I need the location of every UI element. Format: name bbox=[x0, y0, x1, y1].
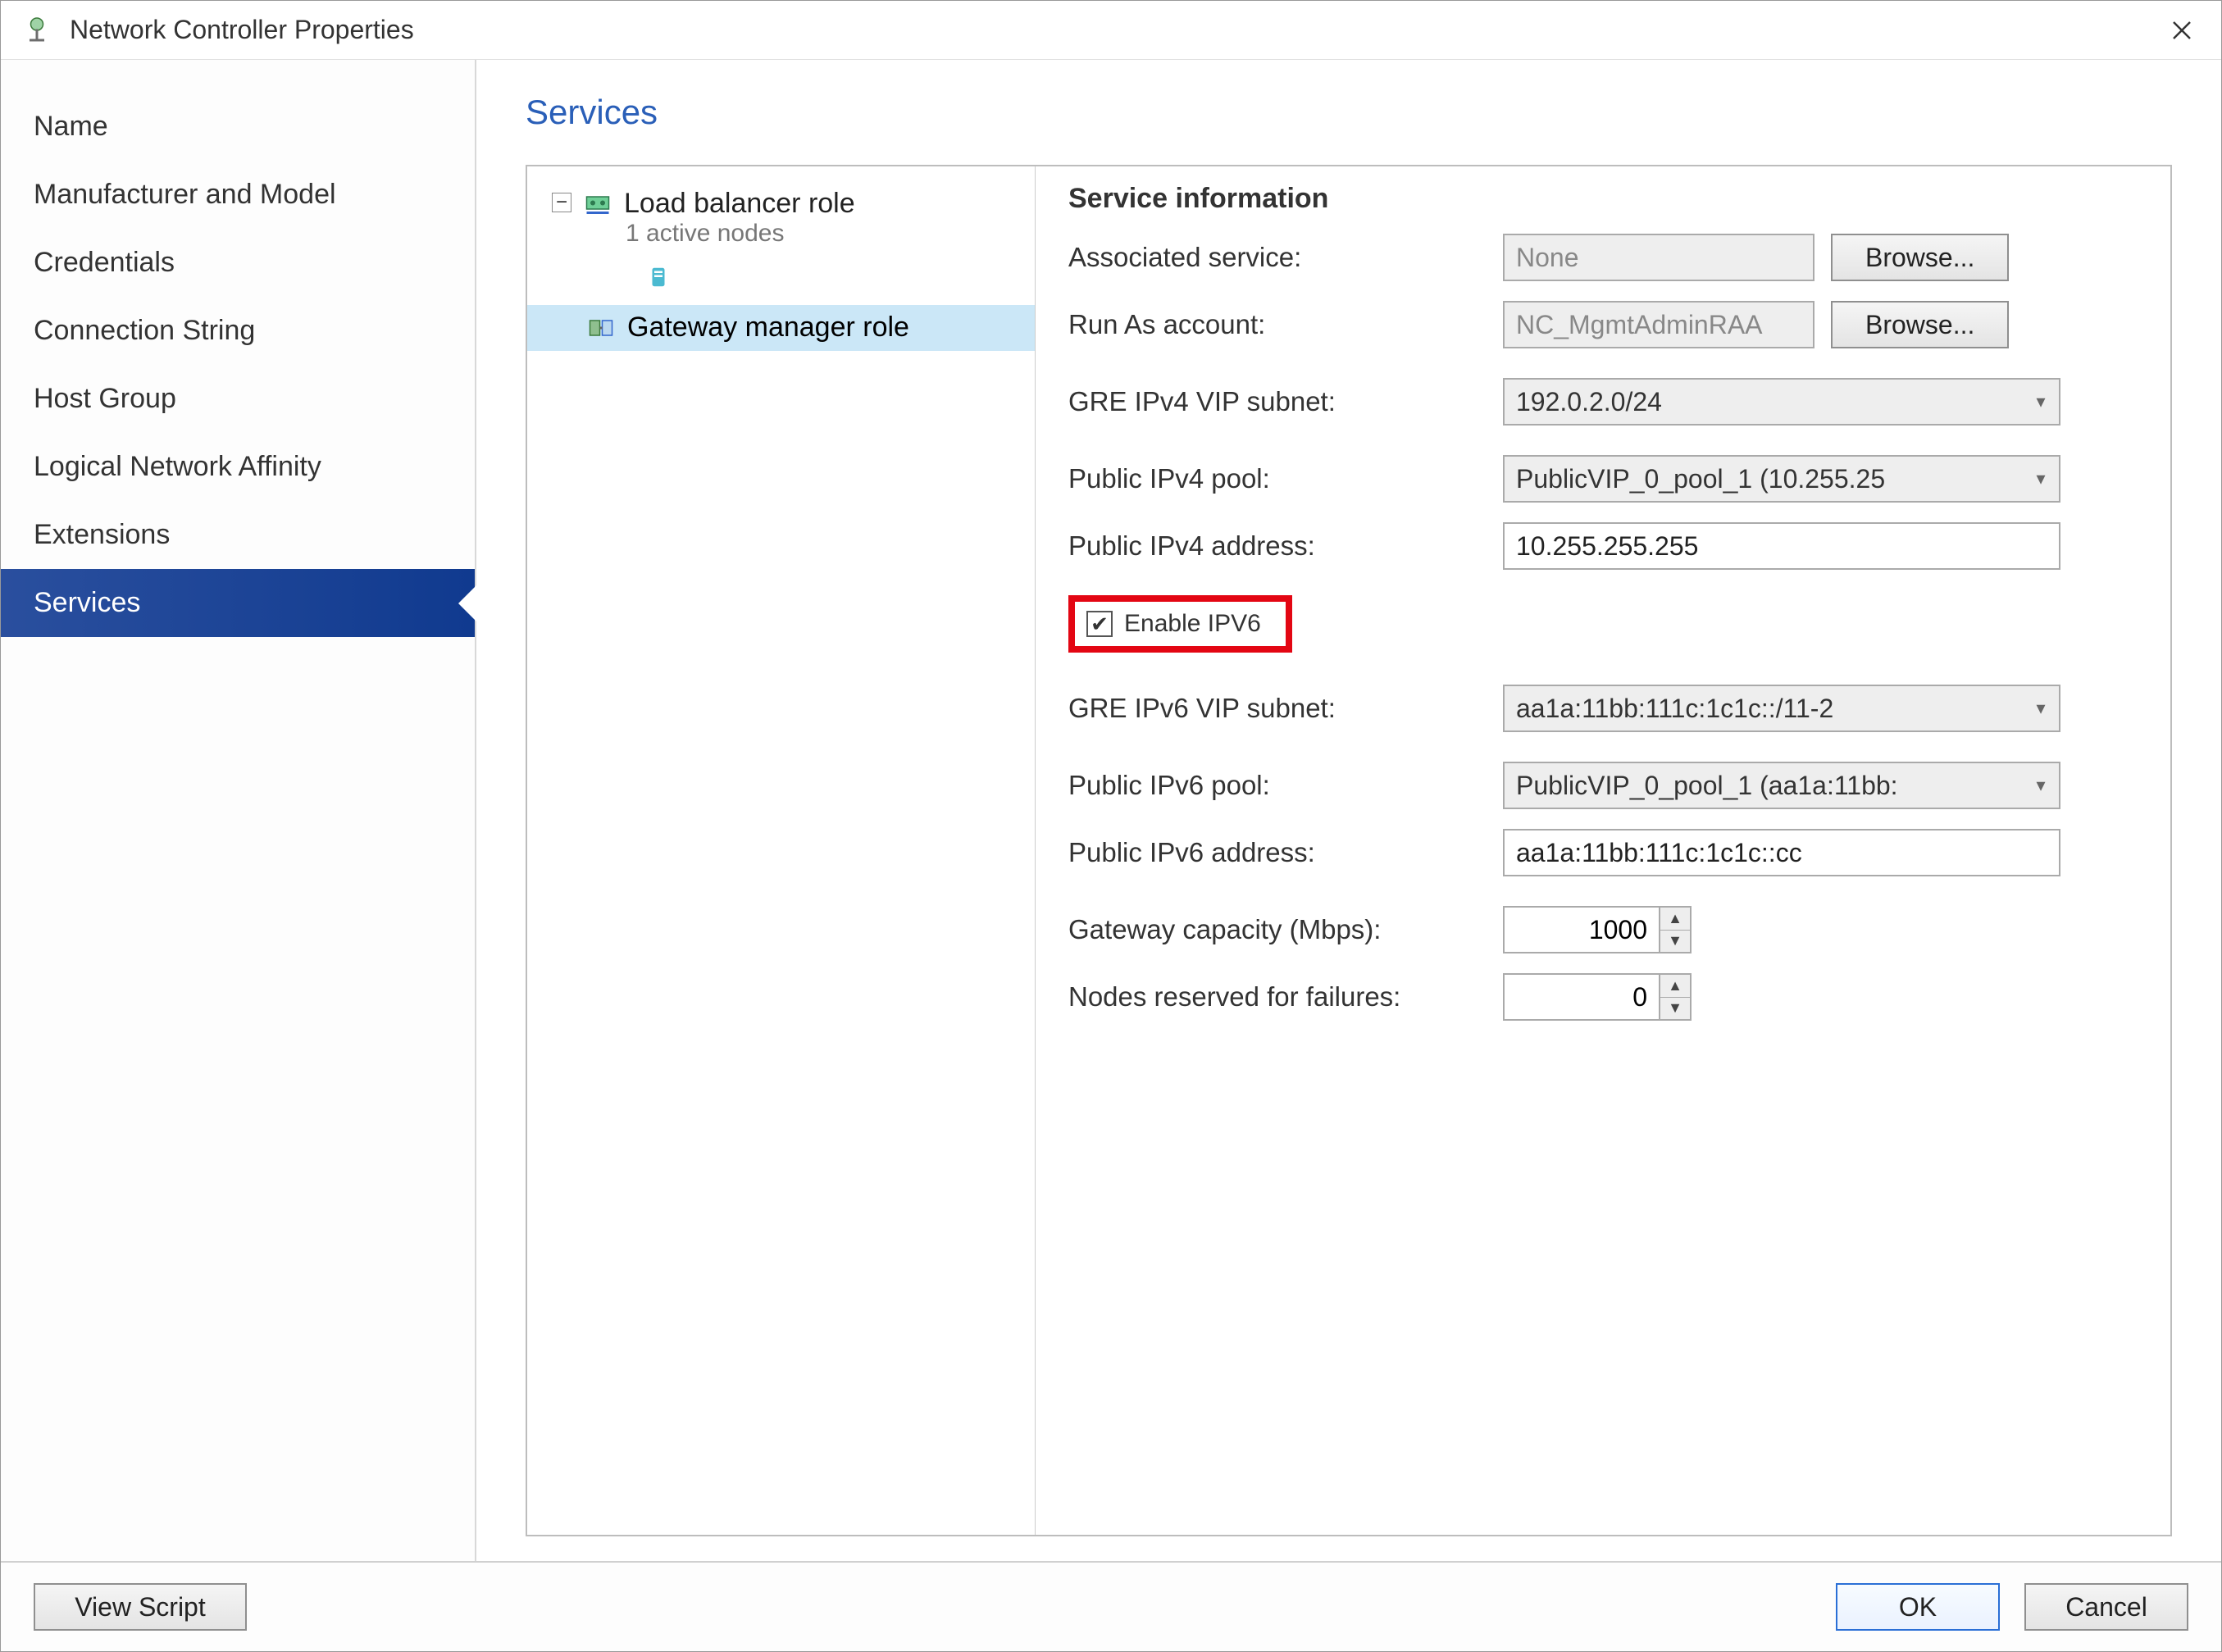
spinner-up-icon[interactable]: ▲ bbox=[1660, 908, 1690, 930]
enable-ipv6-checkbox[interactable]: ✔ bbox=[1086, 611, 1113, 637]
spinner-down-icon[interactable]: ▼ bbox=[1660, 997, 1690, 1020]
associated-service-browse-button[interactable]: Browse... bbox=[1831, 234, 2009, 281]
gateway-icon bbox=[585, 312, 617, 344]
node-icon bbox=[642, 261, 675, 294]
gw-capacity-label: Gateway capacity (Mbps): bbox=[1068, 914, 1503, 945]
public-ipv6-addr-label: Public IPv6 address: bbox=[1068, 837, 1503, 868]
gre-ipv6-label: GRE IPv6 VIP subnet: bbox=[1068, 693, 1503, 724]
services-panel: − Load balancer role bbox=[526, 165, 2172, 1536]
associated-service-input: None bbox=[1503, 234, 1814, 281]
services-tree: − Load balancer role bbox=[527, 166, 1036, 1535]
cancel-button[interactable]: Cancel bbox=[2024, 1583, 2188, 1631]
sidebar-item-credentials[interactable]: Credentials bbox=[1, 229, 475, 297]
chevron-down-icon: ▾ bbox=[2023, 698, 2059, 719]
body: Name Manufacturer and Model Credentials … bbox=[1, 60, 2221, 1561]
run-as-input: NC_MgmtAdminRAA bbox=[1503, 301, 1814, 348]
page-title: Services bbox=[526, 93, 2172, 132]
spinner-down-icon[interactable]: ▼ bbox=[1660, 930, 1690, 953]
enable-ipv6-row[interactable]: ✔ Enable IPV6 bbox=[1068, 595, 1292, 653]
load-balancer-icon bbox=[581, 188, 614, 221]
gre-ipv4-combo[interactable]: 192.0.2.0/24 ▾ bbox=[1503, 378, 2060, 426]
sidebar-item-extensions[interactable]: Extensions bbox=[1, 501, 475, 569]
tree-label-gateway: Gateway manager role bbox=[627, 312, 909, 344]
enable-ipv6-label: Enable IPV6 bbox=[1124, 610, 1261, 638]
main: Services − bbox=[476, 60, 2221, 1561]
close-icon bbox=[2170, 18, 2194, 43]
sidebar-item-host-group[interactable]: Host Group bbox=[1, 365, 475, 433]
gw-capacity-input[interactable] bbox=[1503, 906, 1659, 953]
view-script-button[interactable]: View Script bbox=[34, 1583, 247, 1631]
tree-child-node[interactable] bbox=[527, 254, 1035, 305]
sidebar: Name Manufacturer and Model Credentials … bbox=[1, 60, 476, 1561]
gre-ipv6-combo[interactable]: aa1a:11bb:111c:1c1c::/11-2 ▾ bbox=[1503, 685, 2060, 732]
nodes-reserved-spinner[interactable]: ▲ ▼ bbox=[1503, 973, 1692, 1021]
sidebar-item-manufacturer[interactable]: Manufacturer and Model bbox=[1, 161, 475, 229]
tree-sub-load-balancer: 1 active nodes bbox=[626, 220, 855, 248]
app-icon bbox=[20, 14, 53, 47]
chevron-down-icon: ▾ bbox=[2023, 775, 2059, 796]
tree-collapse-icon[interactable]: − bbox=[552, 193, 571, 212]
public-ipv4-pool-combo[interactable]: PublicVIP_0_pool_1 (10.255.25 ▾ bbox=[1503, 455, 2060, 503]
chevron-down-icon: ▾ bbox=[2023, 391, 2059, 412]
titlebar: Network Controller Properties bbox=[1, 1, 2221, 60]
detail-heading: Service information bbox=[1068, 183, 2138, 215]
public-ipv4-addr-label: Public IPv4 address: bbox=[1068, 530, 1503, 562]
window-title: Network Controller Properties bbox=[70, 15, 2162, 45]
public-ipv4-pool-label: Public IPv4 pool: bbox=[1068, 463, 1503, 494]
window: Network Controller Properties Name Manuf… bbox=[0, 0, 2222, 1652]
run-as-label: Run As account: bbox=[1068, 309, 1503, 340]
close-button[interactable] bbox=[2162, 11, 2202, 50]
chevron-down-icon: ▾ bbox=[2023, 468, 2059, 489]
associated-service-label: Associated service: bbox=[1068, 242, 1503, 273]
service-detail: Service information Associated service: … bbox=[1036, 166, 2170, 1535]
public-ipv6-pool-label: Public IPv6 pool: bbox=[1068, 770, 1503, 801]
sidebar-item-logical-network-affinity[interactable]: Logical Network Affinity bbox=[1, 433, 475, 501]
footer: View Script OK Cancel bbox=[1, 1561, 2221, 1651]
public-ipv6-addr-input[interactable]: aa1a:11bb:111c:1c1c::cc bbox=[1503, 829, 2060, 876]
tree-item-load-balancer[interactable]: − Load balancer role bbox=[527, 181, 1035, 254]
nodes-reserved-label: Nodes reserved for failures: bbox=[1068, 981, 1503, 1013]
ok-button[interactable]: OK bbox=[1836, 1583, 2000, 1631]
spinner-up-icon[interactable]: ▲ bbox=[1660, 975, 1690, 997]
sidebar-item-connection-string[interactable]: Connection String bbox=[1, 297, 475, 365]
public-ipv4-addr-input[interactable]: 10.255.255.255 bbox=[1503, 522, 2060, 570]
run-as-browse-button[interactable]: Browse... bbox=[1831, 301, 2009, 348]
sidebar-item-services[interactable]: Services bbox=[1, 569, 475, 637]
nodes-reserved-input[interactable] bbox=[1503, 973, 1659, 1021]
gre-ipv4-label: GRE IPv4 VIP subnet: bbox=[1068, 386, 1503, 417]
gw-capacity-spinner[interactable]: ▲ ▼ bbox=[1503, 906, 1692, 953]
tree-label-load-balancer: Load balancer role bbox=[624, 188, 855, 220]
public-ipv6-pool-combo[interactable]: PublicVIP_0_pool_1 (aa1a:11bb: ▾ bbox=[1503, 762, 2060, 809]
sidebar-item-name[interactable]: Name bbox=[1, 93, 475, 161]
tree-item-gateway-manager[interactable]: Gateway manager role bbox=[527, 305, 1035, 351]
